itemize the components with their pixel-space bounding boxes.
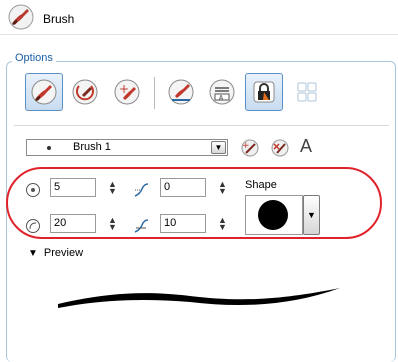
options-label: Options (12, 52, 56, 64)
repaint-brush-button[interactable] (66, 73, 104, 111)
expand-arrow-icon: ▼ (28, 247, 38, 259)
panel-title: Brush (43, 12, 75, 26)
title-divider (0, 34, 398, 35)
delete-preset-icon[interactable] (270, 138, 290, 158)
repaint-brush-icon (72, 79, 98, 105)
toolbar-divider (14, 125, 389, 126)
auto-flatten-icon: + (114, 79, 140, 105)
draw-behind-button[interactable] (162, 73, 200, 111)
brush-tool-panel: Brush Options + A Brush 1 ▼ + A 5 ▲ ▼ 0 … (0, 0, 398, 362)
brush-mode-icon (31, 79, 57, 105)
auto-flatten-button[interactable]: + (108, 73, 146, 111)
draw-behind-icon (168, 79, 194, 105)
preview-toggle[interactable]: ▼ Preview (28, 247, 83, 259)
swatch-grid-icon (297, 82, 317, 102)
new-preset-icon[interactable]: + (240, 138, 260, 158)
highlight-annotation (6, 167, 382, 239)
auto-create-texture-button[interactable]: A (203, 73, 241, 111)
stroke-preview (58, 288, 340, 308)
lock-colour-button[interactable] (245, 73, 283, 111)
brush-tool-icon (8, 4, 34, 30)
dropdown-arrow-icon[interactable]: ▼ (211, 141, 226, 154)
preview-label: Preview (43, 247, 84, 259)
layer-order-icon: A (209, 79, 235, 105)
toolbar-separator (154, 77, 155, 109)
brush-preset-dropdown[interactable]: Brush 1 ▼ (26, 139, 228, 156)
lock-icon (253, 81, 275, 103)
preset-dot-icon (47, 146, 51, 150)
preset-name: Brush 1 (73, 141, 111, 153)
match-swatch-button[interactable] (288, 73, 326, 111)
brush-mode-button[interactable] (25, 73, 63, 111)
text-mode-icon[interactable]: A (300, 136, 312, 157)
